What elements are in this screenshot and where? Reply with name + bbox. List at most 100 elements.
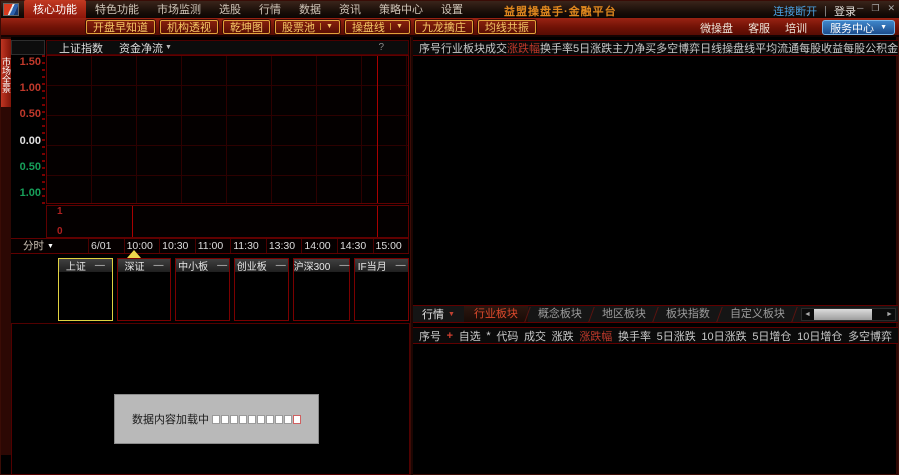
- column-header[interactable]: 涨跌: [552, 328, 574, 344]
- restore-button[interactable]: ❐: [871, 3, 879, 14]
- column-header-sorted[interactable]: 涨跌幅: [507, 40, 540, 56]
- column-header[interactable]: 5日涨跌: [573, 40, 612, 56]
- minimize-button[interactable]: ─: [857, 3, 863, 14]
- menu-item-market-monitor[interactable]: 市场监测: [148, 0, 210, 19]
- menu-item-strategy[interactable]: 策略中心: [370, 0, 432, 19]
- button-label: 九龙擒庄: [422, 19, 466, 35]
- tab-board-index[interactable]: 板块指数: [656, 306, 720, 322]
- intraday-chart[interactable]: [46, 55, 409, 204]
- mini-panel-shenzhen[interactable]: 深证 —: [117, 258, 172, 321]
- menu-item-stock-pick[interactable]: 选股: [210, 0, 250, 19]
- x-axis-tick: 15:00: [374, 239, 410, 253]
- login-link[interactable]: 登录: [834, 3, 856, 19]
- tab-region-board[interactable]: 地区板块: [592, 306, 656, 322]
- column-header[interactable]: 成交: [524, 328, 546, 344]
- help-icon[interactable]: ?: [378, 42, 384, 53]
- horizontal-scrollbar[interactable]: ◄ ►: [801, 308, 896, 321]
- institution-view-button[interactable]: 机构透视: [160, 20, 218, 34]
- customer-service-link[interactable]: 客服: [748, 20, 770, 36]
- column-header-sorted[interactable]: 涨跌幅: [579, 328, 612, 344]
- x-axis: 分时 ▼ 6/01 10:00 10:30 11:00 11:30 13:30 …: [11, 238, 409, 254]
- column-header[interactable]: 序号: [419, 40, 441, 56]
- add-column-icon[interactable]: +: [447, 330, 453, 342]
- column-header[interactable]: 换手率: [540, 40, 573, 56]
- overlay-selector[interactable]: 资金净流 ▼: [119, 40, 172, 56]
- chart-session-line: [132, 206, 133, 237]
- menu-item-special[interactable]: 特色功能: [86, 0, 148, 19]
- column-header[interactable]: 每股公积金: [843, 40, 898, 56]
- button-label: 操盘线: [352, 19, 385, 35]
- stock-pool-button[interactable]: 股票池 ▼: [275, 20, 340, 34]
- trade-line-button[interactable]: 操盘线 ▼: [345, 20, 410, 34]
- column-header[interactable]: 日线操盘线: [700, 40, 755, 56]
- column-header[interactable]: 多空博弈: [848, 328, 892, 344]
- mini-panel-shanghai[interactable]: 上证 —: [58, 258, 113, 321]
- column-header[interactable]: 自选: [459, 328, 481, 344]
- tab-concept-board[interactable]: 概念板块: [528, 306, 592, 322]
- mini-panel-header[interactable]: 上证 —: [59, 259, 112, 272]
- column-header[interactable]: 成交: [485, 40, 507, 56]
- x-axis-tick: 10:30: [160, 239, 196, 253]
- column-header[interactable]: 多空博弈: [656, 40, 700, 56]
- column-header[interactable]: 平均流通: [755, 40, 799, 56]
- menu-item-core[interactable]: 核心功能: [24, 0, 86, 19]
- service-center-button[interactable]: 服务中心 ▼: [822, 20, 895, 35]
- column-header[interactable]: 5日涨跌: [657, 328, 696, 344]
- quote-mode-selector[interactable]: 行情 ▼: [413, 306, 464, 322]
- panel-divider[interactable]: [410, 37, 413, 475]
- star-column-icon[interactable]: *: [486, 330, 490, 342]
- tab-industry-board[interactable]: 行业板块: [464, 306, 528, 322]
- scrollbar-track[interactable]: [873, 309, 884, 320]
- column-header[interactable]: 行业板块: [441, 40, 485, 56]
- service-center-label: 服务中心: [830, 20, 874, 36]
- scrollbar-thumb[interactable]: [814, 309, 872, 320]
- tab-custom-board[interactable]: 自定义板块: [720, 306, 795, 322]
- volume-subchart[interactable]: 1 0: [46, 205, 409, 238]
- column-header[interactable]: 主力净买: [612, 40, 656, 56]
- period-label: 分时: [23, 239, 44, 253]
- column-header[interactable]: 5日增仓: [752, 328, 791, 344]
- open-early-know-button[interactable]: 开盘早知道: [86, 20, 155, 34]
- mini-panel-header[interactable]: 中小板 —: [176, 259, 229, 272]
- mini-panel-header[interactable]: 创业板 —: [235, 259, 288, 272]
- loading-progress-bar: [212, 415, 301, 424]
- menu-item-news[interactable]: 资讯: [330, 0, 370, 19]
- index-name-label: 上证指数: [59, 40, 103, 56]
- mini-panel-if-futures[interactable]: IF当月 —: [354, 258, 409, 321]
- mini-panel-dash: —: [153, 260, 163, 271]
- mini-panel-header[interactable]: 沪深300 —: [294, 259, 350, 272]
- column-header[interactable]: 代码: [496, 328, 518, 344]
- x-axis-tick: 14:00: [302, 239, 338, 253]
- x-axis-tick: 14:30: [338, 239, 374, 253]
- button-label: 开盘早知道: [93, 19, 148, 35]
- active-panel-pointer-icon: [127, 250, 141, 258]
- mini-panel-hs300[interactable]: 沪深300 —: [293, 258, 351, 321]
- nine-dragons-button[interactable]: 九龙擒庄: [415, 20, 473, 34]
- menu-item-settings[interactable]: 设置: [432, 0, 472, 19]
- mini-panel-chinext[interactable]: 创业板 —: [234, 258, 289, 321]
- column-header[interactable]: 每股收益: [799, 40, 843, 56]
- scroll-right-icon[interactable]: ►: [884, 309, 895, 320]
- mini-panel-sme[interactable]: 中小板 —: [175, 258, 230, 321]
- column-header[interactable]: 换手率: [618, 328, 651, 344]
- chart-cursor-line: [377, 206, 378, 237]
- menu-item-quotes[interactable]: 行情: [250, 0, 290, 19]
- stock-pool-dropdown-arrow[interactable]: ▼: [320, 23, 333, 30]
- training-link[interactable]: 培训: [785, 20, 807, 36]
- close-button[interactable]: ✕: [887, 3, 895, 14]
- button-label: 均线共振: [485, 19, 529, 35]
- period-selector[interactable]: 分时 ▼: [11, 239, 89, 253]
- micro-trade-link[interactable]: 微操盘: [700, 20, 733, 36]
- column-header[interactable]: 10日增仓: [797, 328, 842, 344]
- qiankun-chart-button[interactable]: 乾坤图: [223, 20, 270, 34]
- menu-item-data[interactable]: 数据: [290, 0, 330, 19]
- column-header[interactable]: 10日涨跌: [701, 328, 746, 344]
- trade-line-dropdown-arrow[interactable]: ▼: [390, 23, 403, 30]
- mini-panel-header[interactable]: IF当月 —: [355, 259, 408, 272]
- ma-resonance-button[interactable]: 均线共振: [478, 20, 536, 34]
- button-label: 股票池: [282, 19, 315, 35]
- scroll-left-icon[interactable]: ◄: [802, 309, 813, 320]
- chart-header: 上证指数 资金净流 ▼ ?: [46, 40, 409, 55]
- column-header[interactable]: 序号: [419, 328, 441, 344]
- mini-panel-header[interactable]: 深证 —: [118, 259, 171, 272]
